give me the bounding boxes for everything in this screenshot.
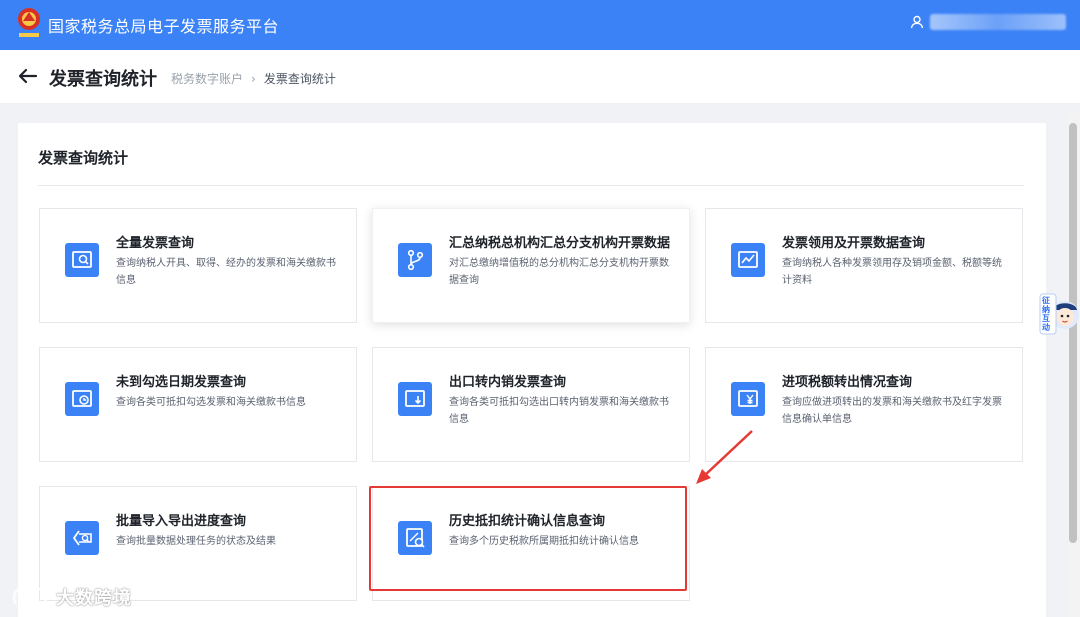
batch-progress-icon — [65, 521, 99, 555]
card-history-deduction-query[interactable]: 历史抵扣统计确认信息查询 查询多个历史税款所属期抵扣统计确认信息 — [372, 486, 690, 601]
card-desc: 查询各类可抵扣勾选发票和海关缴款书信息 — [116, 397, 306, 408]
history-search-icon — [398, 521, 432, 555]
card-title: 未到勾选日期发票查询 — [116, 375, 247, 390]
assistant-label: 征纳互动 — [1042, 296, 1050, 332]
card-title: 出口转内销发票查询 — [449, 375, 567, 390]
invoice-search-icon — [65, 243, 99, 277]
card-pending-check-date-query[interactable]: 未到勾选日期发票查询 查询各类可抵扣勾选发票和海关缴款书信息 — [39, 347, 357, 462]
branch-icon — [398, 243, 432, 277]
card-title: 历史抵扣统计确认信息查询 — [449, 514, 606, 529]
card-desc: 查询多个历史税款所属期抵扣统计确认信息 — [449, 536, 639, 547]
vertical-scrollbar[interactable] — [1067, 113, 1080, 617]
clock-invoice-icon — [65, 382, 99, 416]
page-title: 发票查询统计 — [49, 69, 157, 90]
card-title: 进项税额转出情况查询 — [782, 375, 913, 390]
chevron-right-icon: › — [251, 71, 256, 86]
yen-invoice-icon — [731, 382, 765, 416]
watermark-text: 大数跨境 — [56, 588, 132, 609]
card-invoice-usage-data[interactable]: 发票领用及开票数据查询 查询纳税人各种发票领用存及销项金额、税额等统计资料 — [705, 208, 1023, 323]
user-name-blurred — [930, 14, 1066, 30]
card-desc: 查询纳税人各种发票领用存及销项金额、税额等统计资料 — [782, 258, 1002, 286]
annotation-arrow-icon — [696, 430, 753, 484]
card-title: 全量发票查询 — [116, 236, 195, 251]
top-header: 国家税务总局电子发票服务平台 — [0, 0, 1080, 50]
card-desc: 查询各类可抵扣勾选出口转内销发票和海关缴款书信息 — [449, 397, 669, 425]
watermark-logo-icon — [12, 587, 48, 605]
card-desc: 查询应做进项转出的发票和海关缴款书及红字发票信息确认单信息 — [782, 397, 1002, 425]
breadcrumb: 税务数字账户 › 发票查询统计 — [171, 70, 336, 87]
trend-chart-icon — [731, 243, 765, 277]
breadcrumb-item-tax-account[interactable]: 税务数字账户 — [171, 70, 243, 87]
card-title: 发票领用及开票数据查询 — [782, 236, 926, 251]
tax-emblem-logo — [18, 8, 40, 37]
card-export-to-domestic-query[interactable]: 出口转内销发票查询 查询各类可抵扣勾选出口转内销发票和海关缴款书信息 — [372, 347, 690, 462]
divider — [38, 185, 1024, 186]
card-title: 批量导入导出进度查询 — [116, 514, 247, 529]
main-panel: 发票查询统计 全量发票查询 查询纳税人开具、取得、经办的发票和海关缴款书信息 汇… — [18, 123, 1046, 617]
watermark: 大数跨境 — [10, 584, 132, 610]
user-icon — [910, 15, 924, 29]
card-desc: 对汇总缴纳增值税的总分机构汇总分支机构开票数据查询 — [449, 258, 669, 286]
card-title: 汇总纳税总机构汇总分支机构开票数据 — [449, 236, 671, 251]
back-arrow-icon[interactable] — [18, 68, 38, 84]
assistant-float-button[interactable]: 征纳互动 — [1038, 290, 1080, 338]
card-full-invoice-query[interactable]: 全量发票查询 查询纳税人开具、取得、经办的发票和海关缴款书信息 — [39, 208, 357, 323]
user-menu[interactable] — [910, 14, 1066, 30]
section-title: 发票查询统计 — [38, 149, 129, 167]
app-title: 国家税务总局电子发票服务平台 — [48, 17, 280, 36]
export-invoice-icon — [398, 382, 432, 416]
card-branch-invoice-data[interactable]: 汇总纳税总机构汇总分支机构开票数据 对汇总缴纳增值税的总分机构汇总分支机构开票数… — [372, 208, 690, 323]
card-desc: 查询批量数据处理任务的状态及结果 — [116, 536, 276, 547]
card-desc: 查询纳税人开具、取得、经办的发票和海关缴款书信息 — [116, 258, 336, 286]
breadcrumb-item-current: 发票查询统计 — [263, 72, 336, 86]
page-header: 发票查询统计 税务数字账户 › 发票查询统计 — [0, 50, 1080, 103]
